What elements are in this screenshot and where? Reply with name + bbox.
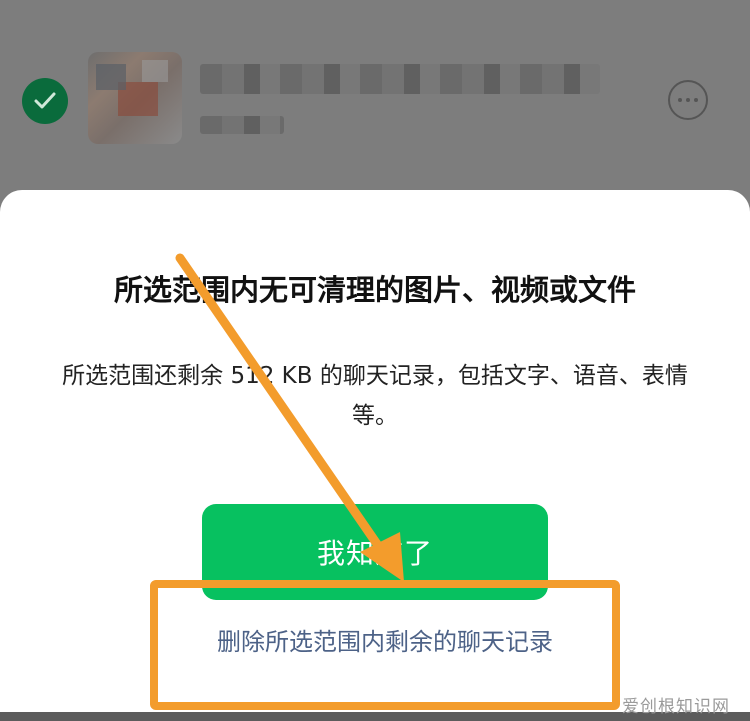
watermark: 爱创根知识网 [622, 697, 730, 717]
blurred-chat-size [200, 116, 284, 134]
chat-avatar-thumbnail [88, 52, 182, 144]
blurred-chat-name [200, 64, 600, 94]
annotation-highlight-box [150, 580, 620, 710]
dialog-title: 所选范围内无可清理的图片、视频或文件 [113, 273, 636, 307]
checkmark-icon [22, 78, 68, 124]
chat-list-row [0, 0, 750, 190]
dialog-body: 所选范围还剩余 512 KB 的聊天记录，包括文字、语音、表情等。 [62, 363, 688, 429]
more-options-icon[interactable] [668, 80, 708, 120]
